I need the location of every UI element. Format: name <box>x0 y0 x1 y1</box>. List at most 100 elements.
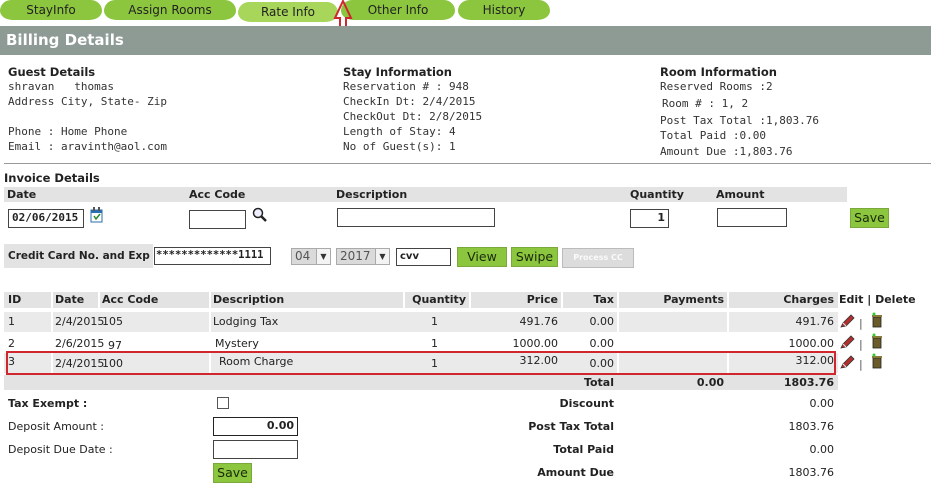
edit-delete-separator: | <box>859 338 863 351</box>
tab-other-info[interactable]: Other Info <box>341 0 455 20</box>
discount-value: 0.00 <box>809 397 835 410</box>
room-numbers: Room # : 1, 2 <box>662 97 749 110</box>
process-cc-button[interactable]: Process CC <box>562 248 634 268</box>
th-id: ID <box>8 293 22 306</box>
reservation-number: Reservation # : 948 <box>343 80 469 93</box>
invoice-header-quantity: Quantity <box>627 187 713 202</box>
edit-delete-separator: | <box>859 358 863 371</box>
total-paid-value: 0.00 <box>809 443 835 456</box>
cell-tax: 0.00 <box>589 337 615 350</box>
exp-month-select[interactable]: 04 ▼ <box>291 248 331 265</box>
calendar-icon[interactable] <box>90 207 104 223</box>
guest-address: Address City, State- Zip <box>8 95 167 108</box>
th-charges: Charges <box>783 293 834 306</box>
credit-card-number-input[interactable]: *************1111 <box>154 247 271 265</box>
invoice-acc-code-input[interactable] <box>189 210 246 229</box>
chevron-down-icon: ▼ <box>316 249 330 264</box>
invoice-date-input[interactable]: 02/06/2015 <box>8 209 84 228</box>
guest-phone: Phone : Home Phone <box>8 125 128 138</box>
cell-description: Mystery <box>215 337 259 350</box>
invoice-header-acc-code: Acc Code <box>186 187 333 202</box>
checkin-date: CheckIn Dt: 2/4/2015 <box>343 95 476 108</box>
tab-rate-info[interactable]: Rate Info <box>238 2 338 22</box>
billing-details-title: Billing Details <box>0 26 931 55</box>
room-amount-due: Amount Due :1,803.76 <box>660 145 793 158</box>
delete-icon[interactable] <box>870 353 884 369</box>
edit-icon[interactable] <box>840 335 856 349</box>
tax-exempt-label: Tax Exempt : <box>8 397 88 410</box>
total-label: Total <box>583 376 614 389</box>
tab-assign-rooms[interactable]: Assign Rooms <box>104 0 236 20</box>
total-paid-label: Total Paid <box>553 443 614 456</box>
cell-quantity: 1 <box>431 337 438 350</box>
col-sep <box>98 292 100 308</box>
guest-name: shravan thomas <box>8 80 114 93</box>
search-icon[interactable] <box>252 207 268 223</box>
deposit-amount-label: Deposit Amount : <box>8 420 104 433</box>
invoice-quantity-input[interactable]: 1 <box>630 209 669 228</box>
cell-id: 2 <box>8 337 15 350</box>
room-post-tax-total: Post Tax Total :1,803.76 <box>660 114 819 127</box>
delete-icon[interactable] <box>870 312 884 328</box>
guest-details-title: Guest Details <box>8 65 96 79</box>
row-highlight-annotation <box>6 351 836 375</box>
invoice-header-description: Description <box>333 187 627 202</box>
room-total-paid: Total Paid :0.00 <box>660 129 766 142</box>
edit-icon[interactable] <box>840 355 856 369</box>
tab-history[interactable]: History <box>458 0 550 20</box>
credit-card-label: Credit Card No. and Exp Dt <box>4 244 153 268</box>
cell-price: 1000.00 <box>512 337 559 350</box>
invoice-header-amount: Amount <box>713 187 847 202</box>
cell-acc-code: 105 <box>102 315 123 328</box>
post-tax-total-value: 1803.76 <box>788 420 835 433</box>
delete-icon[interactable] <box>870 333 884 349</box>
post-tax-total-label: Post Tax Total <box>528 420 614 433</box>
invoice-details-title: Invoice Details <box>4 171 100 185</box>
tax-exempt-checkbox[interactable] <box>217 397 229 409</box>
divider <box>4 163 931 164</box>
invoice-description-input[interactable] <box>337 208 495 227</box>
discount-label: Discount <box>559 397 614 410</box>
invoice-amount-input[interactable] <box>717 208 787 227</box>
edit-delete-separator: | <box>859 317 863 330</box>
exp-month-value: 04 <box>295 249 311 263</box>
total-payments: 0.00 <box>696 376 724 389</box>
col-sep <box>209 292 211 308</box>
deposit-amount-input[interactable]: 0.00 <box>213 417 298 436</box>
th-quantity: Quantity <box>412 293 466 306</box>
total-charges: 1803.76 <box>783 376 834 389</box>
exp-year-value: 2017 <box>340 249 371 263</box>
cell-date: 2/4/2015 <box>55 315 105 328</box>
invoice-header-date: Date <box>4 187 186 202</box>
checkout-date: CheckOut Dt: 2/8/2015 <box>343 110 483 123</box>
chevron-down-icon: ▼ <box>375 249 389 264</box>
number-of-guests: No of Guest(s): 1 <box>343 140 456 153</box>
invoice-save-button[interactable]: Save <box>850 208 889 228</box>
cell-charges: 1000.00 <box>788 337 835 350</box>
th-date: Date <box>55 293 85 306</box>
summary-save-button[interactable]: Save <box>213 463 252 483</box>
col-sep <box>51 292 53 308</box>
deposit-due-date-label: Deposit Due Date : <box>8 443 113 456</box>
th-edit-delete: Edit | Delete <box>839 293 916 306</box>
cell-tax: 0.00 <box>589 315 615 328</box>
th-payments: Payments <box>663 293 724 306</box>
cell-price: 491.76 <box>519 315 559 328</box>
stay-info-title: Stay Information <box>343 65 452 79</box>
amount-due-value: 1803.76 <box>788 466 835 479</box>
th-acc-code: Acc Code <box>102 293 159 306</box>
reserved-rooms: Reserved Rooms :2 <box>660 80 773 93</box>
amount-due-label: Amount Due <box>537 466 614 479</box>
room-info-title: Room Information <box>660 65 777 79</box>
swipe-button[interactable]: Swipe <box>511 247 558 267</box>
deposit-due-date-input[interactable] <box>213 440 298 459</box>
cell-date: 2/6/2015 <box>55 337 105 350</box>
th-tax: Tax <box>593 293 614 306</box>
guest-email: Email : aravinth@aol.com <box>8 140 167 153</box>
exp-year-select[interactable]: 2017 ▼ <box>336 248 390 265</box>
edit-icon[interactable] <box>840 314 856 328</box>
cvv-input[interactable]: cvv <box>396 248 451 266</box>
tab-stayinfo[interactable]: StayInfo <box>0 0 102 20</box>
view-button[interactable]: View <box>457 247 507 267</box>
th-price: Price <box>526 293 558 306</box>
